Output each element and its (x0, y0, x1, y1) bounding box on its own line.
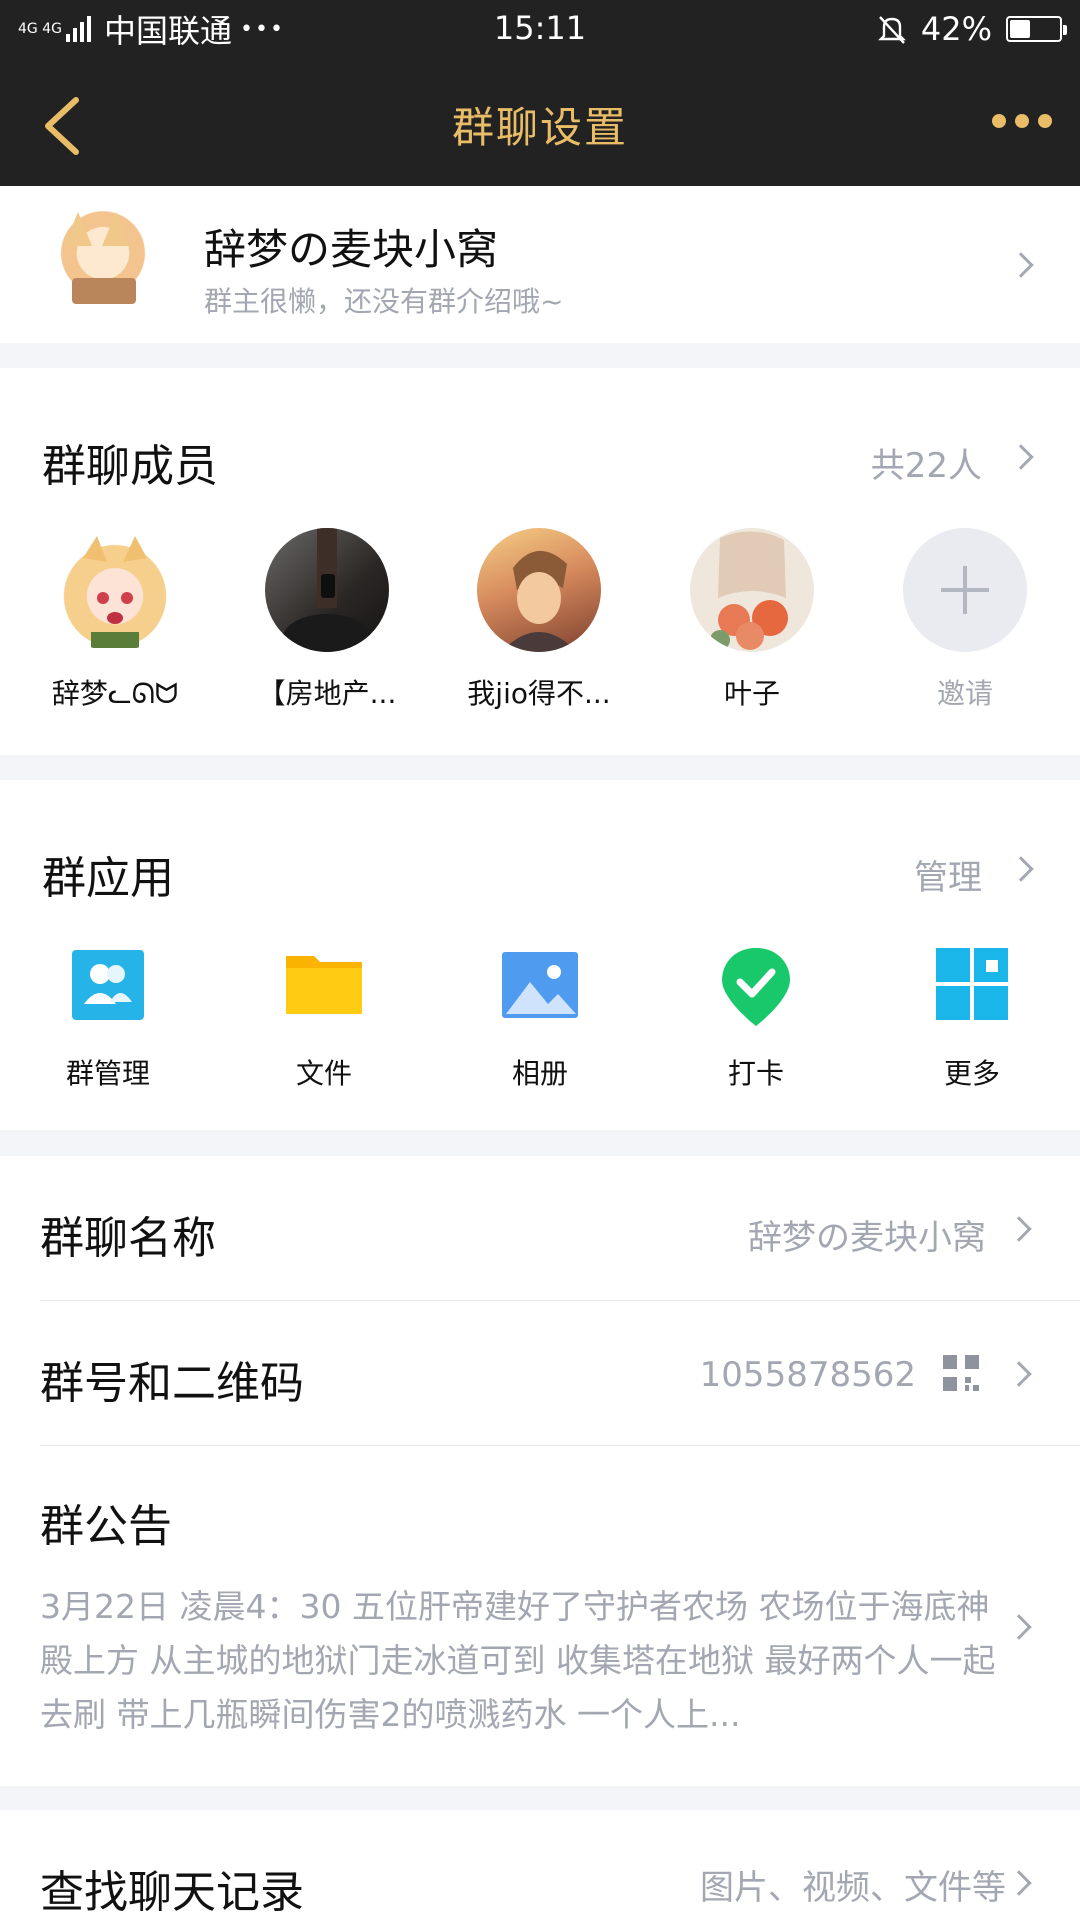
more-dot-icon (992, 114, 1006, 128)
row-label: 群公告 (40, 1501, 172, 1552)
group-name-row[interactable]: 群聊名称 辞梦の麦块小窝 (0, 1156, 1080, 1301)
group-apps-section: 群应用 管理 群管理 文件 相册 打卡 更多 (0, 780, 1080, 1130)
check-in-icon (718, 946, 794, 1026)
battery-percent: 42% (920, 10, 992, 48)
row-label: 查找聊天记录 (40, 1867, 304, 1918)
page-title: 群聊设置 (451, 103, 628, 152)
plus-icon (903, 528, 1027, 652)
app-label: 文件 (295, 1057, 352, 1090)
photo-album-icon (502, 946, 578, 1022)
member-name: 【房地产... (257, 677, 397, 710)
app-files[interactable]: 文件 (249, 946, 399, 1092)
app-album[interactable]: 相册 (465, 946, 615, 1092)
more-options-button[interactable] (992, 106, 1052, 136)
member-item[interactable]: 辞梦ᓚᘏᗢ (25, 528, 205, 712)
member-item[interactable]: 我jio得不... (449, 528, 629, 712)
chevron-right-icon (1008, 252, 1034, 278)
app-check-in[interactable]: 打卡 (681, 946, 831, 1092)
apps-manage-link[interactable]: 管理 (914, 850, 982, 899)
chevron-right-icon (1006, 1870, 1032, 1896)
app-label: 更多 (943, 1057, 1000, 1090)
more-dot-icon (1038, 114, 1052, 128)
member-name: 辞梦ᓚᘏᗢ (51, 677, 179, 710)
battery-icon (1006, 16, 1067, 42)
members-count-link[interactable]: 共22人 (871, 438, 982, 487)
member-item[interactable]: 叶子 (662, 528, 842, 712)
members-title: 群聊成员 (42, 441, 218, 492)
chevron-right-icon (1008, 444, 1034, 470)
invite-member-button[interactable]: 邀请 (875, 528, 1055, 712)
group-description: 群主很懒，还没有群介绍哦~ (204, 285, 564, 318)
invite-label: 邀请 (936, 677, 993, 710)
notice-text: 3月22日 凌晨4：30 五位肝帝建好了守护者农场 农场位于海底神殿上方 从主城… (40, 1587, 996, 1734)
member-item[interactable]: 【房地产... (237, 528, 417, 712)
row-label: 群聊名称 (40, 1213, 216, 1264)
chevron-right-icon (1006, 1614, 1032, 1640)
avatar (265, 528, 389, 652)
folder-icon (286, 946, 362, 1022)
chevron-right-icon (1008, 856, 1034, 882)
row-value: 图片、视频、文件等 (700, 1868, 1006, 1908)
app-label: 群管理 (65, 1057, 150, 1090)
app-label: 打卡 (727, 1057, 784, 1090)
avatar (690, 528, 814, 652)
group-manage-icon (70, 946, 146, 1022)
more-dot-icon (1015, 114, 1029, 128)
app-group-manage[interactable]: 群管理 (33, 946, 183, 1092)
qr-code-icon (943, 1355, 979, 1391)
group-number-qr-row[interactable]: 群号和二维码 1055878562 (0, 1301, 1080, 1446)
group-avatar (44, 206, 162, 324)
members-section: 群聊成员 共22人 辞梦ᓚᘏᗢ 【房地产... 我jio得不... 叶子 邀请 (0, 368, 1080, 755)
chevron-right-icon (1006, 1216, 1032, 1242)
avatar (53, 528, 177, 652)
chevron-right-icon (1006, 1361, 1032, 1387)
member-name: 叶子 (723, 677, 780, 710)
group-profile-row[interactable]: 辞梦の麦块小窝 群主很懒，还没有群介绍哦~ (0, 186, 1080, 343)
search-chat-history-row[interactable]: 查找聊天记录 图片、视频、文件等 (0, 1810, 1080, 1920)
group-name: 辞梦の麦块小窝 (204, 225, 499, 274)
status-bar: 4G 4G 中国联通 ••• 15:11 42% (0, 0, 1080, 58)
app-more[interactable]: 更多 (897, 946, 1047, 1092)
row-label: 群号和二维码 (40, 1358, 304, 1409)
group-number-value: 1055878562 (699, 1355, 916, 1395)
status-right: 42% (875, 8, 1067, 50)
group-notice-row[interactable]: 群公告 3月22日 凌晨4：30 五位肝帝建好了守护者农场 农场位于海底神殿上方… (0, 1446, 1080, 1786)
apps-title: 群应用 (42, 853, 174, 904)
row-value: 辞梦の麦块小窝 (748, 1218, 986, 1258)
navigation-bar: 群聊设置 (0, 58, 1080, 186)
avatar (477, 528, 601, 652)
app-label: 相册 (511, 1057, 568, 1090)
mute-bell-icon (877, 16, 906, 44)
member-name: 我jio得不... (467, 677, 611, 710)
more-grid-icon (934, 946, 1010, 1022)
